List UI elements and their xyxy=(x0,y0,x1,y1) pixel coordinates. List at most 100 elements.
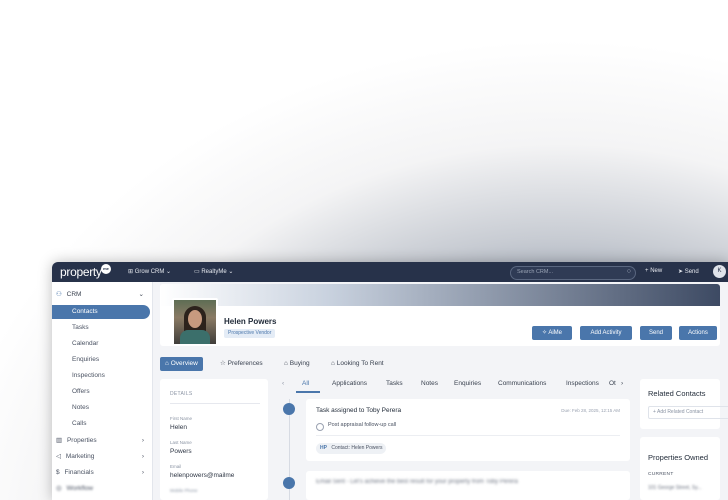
search-input[interactable]: Search CRM... ○ xyxy=(510,266,636,280)
sidebar-crm-header[interactable]: ⚇ CRM ⌄ xyxy=(56,290,148,302)
tab-label: Preferences xyxy=(227,360,263,367)
field-label: Email xyxy=(170,464,182,469)
contact-chip-label: Contact: Helen Powers xyxy=(331,445,383,451)
details-title: DETAILS xyxy=(170,391,193,397)
divider xyxy=(316,435,620,436)
plus-icon: + xyxy=(645,268,649,274)
building-icon: ▥ xyxy=(56,437,63,444)
chevron-right-icon[interactable]: › xyxy=(621,380,623,387)
tab-looking-to-rent[interactable]: ⌂ Looking To Rent xyxy=(331,357,384,371)
tab-buying[interactable]: ⌂ Buying xyxy=(284,357,310,371)
search-icon: ○ xyxy=(626,268,631,275)
sidebar-item-contacts[interactable]: Contacts xyxy=(52,305,150,319)
tab-tasks[interactable]: Tasks xyxy=(386,380,403,387)
tab-enquiries[interactable]: Enquiries xyxy=(454,380,481,387)
workflow-icon: ◎ xyxy=(56,485,62,492)
grow-crm-label: Grow CRM xyxy=(134,269,165,275)
email-value[interactable]: helenpowers@mailme xyxy=(170,472,234,479)
new-button[interactable]: + New xyxy=(645,268,662,274)
search-placeholder: Search CRM... xyxy=(517,269,554,275)
grow-crm-menu[interactable]: ⊞ Grow CRM ⌄ xyxy=(128,268,171,275)
tab-overview[interactable]: ⌂ Overview xyxy=(160,357,203,371)
task-due-date: Due: Feb 28, 2025, 12:15 AM xyxy=(561,408,620,413)
section-label: Financials xyxy=(64,469,94,476)
task-card[interactable]: Task assigned to Toby Perera Due: Feb 28… xyxy=(306,399,630,461)
chevron-right-icon: › xyxy=(141,437,144,444)
chevron-left-icon[interactable]: ‹ xyxy=(282,380,284,387)
tab-all[interactable]: All xyxy=(302,380,309,387)
sidebar: ⚇ CRM ⌄ Contacts Tasks Calendar Enquirie… xyxy=(52,282,153,500)
sidebar-item-calendar[interactable]: Calendar xyxy=(72,338,98,350)
tab-applications[interactable]: Applications xyxy=(332,380,367,387)
home-icon: ⌂ xyxy=(165,360,169,367)
user-avatar[interactable]: K xyxy=(713,265,726,278)
crm-app-window: property me ⊞ Grow CRM ⌄ ▭ RealtyMe ⌄ Se… xyxy=(52,262,728,500)
field-label: First Name xyxy=(170,416,193,421)
realtyme-menu[interactable]: ▭ RealtyMe ⌄ xyxy=(194,268,233,275)
megaphone-icon: ◁ xyxy=(56,453,61,460)
sidebar-item-calls[interactable]: Calls xyxy=(72,418,86,430)
house-icon: ⌂ xyxy=(331,360,335,367)
aime-label: AiMe xyxy=(548,330,563,336)
task-checkbox[interactable] xyxy=(316,423,324,431)
tab-notes[interactable]: Notes xyxy=(421,380,438,387)
details-panel: DETAILS First Name Helen Last Name Power… xyxy=(160,379,268,500)
tab-label: Looking To Rent xyxy=(336,360,384,367)
properties-owned-panel: Properties Owned CURRENT 101 George Stre… xyxy=(640,437,720,500)
top-bar: property me ⊞ Grow CRM ⌄ ▭ RealtyMe ⌄ Se… xyxy=(52,262,728,282)
sidebar-item-offers[interactable]: Offers xyxy=(72,386,90,398)
section-label: Marketing xyxy=(65,453,95,460)
contact-initials: HP xyxy=(320,445,327,451)
photo-body xyxy=(180,330,210,344)
email-activity-card[interactable]: Email Sent - Let's achieve the best resu… xyxy=(306,471,630,500)
chevron-down-icon: ⌄ xyxy=(166,269,172,275)
sidebar-item-enquiries[interactable]: Enquiries xyxy=(72,354,99,366)
section-label: Workflow xyxy=(66,485,94,492)
actions-button[interactable]: Actions xyxy=(679,326,717,340)
related-contacts-title: Related Contacts xyxy=(648,389,706,398)
contact-chip[interactable]: HP Contact: Helen Powers xyxy=(316,443,387,454)
add-related-contact-button[interactable]: + Add Related Contact xyxy=(648,406,728,419)
chevron-right-icon: › xyxy=(141,453,144,460)
profile-tabs: ⌂ Overview ☆ Preferences ⌂ Buying ⌂ Look… xyxy=(160,357,720,371)
sidebar-section-financials[interactable]: $ Financials › xyxy=(56,467,148,479)
crm-label: CRM xyxy=(66,291,82,298)
activity-feed: ‹ All Applications Tasks Notes Enquiries… xyxy=(278,379,630,500)
sidebar-section-properties[interactable]: ▥ Properties › xyxy=(56,435,148,447)
field-label: Last Name xyxy=(170,440,192,445)
sidebar-item-tasks[interactable]: Tasks xyxy=(72,322,89,334)
sidebar-section-marketing[interactable]: ◁ Marketing › xyxy=(56,451,148,463)
properties-owned-title: Properties Owned xyxy=(648,453,709,462)
contact-photo xyxy=(172,298,218,346)
task-subtask: Post appraisal follow-up call xyxy=(328,422,397,428)
chevron-down-icon: ⌄ xyxy=(138,291,144,298)
divider xyxy=(170,403,260,404)
aime-button[interactable]: ✧ AiMe xyxy=(532,326,572,340)
send-label: Send xyxy=(684,269,699,275)
sparkle-icon: ✧ xyxy=(541,330,547,336)
tab-communications[interactable]: Communications xyxy=(498,380,546,387)
sidebar-section-workflow[interactable]: ◎ Workflow xyxy=(56,483,148,495)
sidebar-item-inspections[interactable]: Inspections xyxy=(72,370,105,382)
add-activity-button[interactable]: Add Activity xyxy=(580,326,632,340)
first-name-value[interactable]: Helen xyxy=(170,424,187,431)
tab-other[interactable]: Ot xyxy=(609,380,616,387)
tab-inspections[interactable]: Inspections xyxy=(566,380,599,387)
active-tab-indicator xyxy=(296,391,320,393)
logo-badge: me xyxy=(101,264,111,274)
send-action-button[interactable]: Send xyxy=(640,326,672,340)
last-name-value[interactable]: Powers xyxy=(170,448,192,455)
star-icon: ☆ xyxy=(220,360,226,367)
sidebar-item-notes[interactable]: Notes xyxy=(72,402,89,414)
tab-preferences[interactable]: ☆ Preferences xyxy=(220,357,263,371)
main-content: Helen Powers Prospective Vendor ✧ AiMe A… xyxy=(160,284,728,500)
send-button[interactable]: ➤ Send xyxy=(678,268,699,275)
contact-status-badge: Prospective Vendor xyxy=(224,329,276,338)
profile-header: Helen Powers Prospective Vendor ✧ AiMe A… xyxy=(160,284,720,346)
people-icon: ⚇ xyxy=(56,291,62,298)
email-icon xyxy=(283,477,295,489)
tab-label: Buying xyxy=(289,360,310,367)
grid-icon: ⊞ xyxy=(128,269,134,275)
owned-property[interactable]: 101 George Street, Sy... xyxy=(648,485,702,491)
task-icon xyxy=(283,403,295,415)
